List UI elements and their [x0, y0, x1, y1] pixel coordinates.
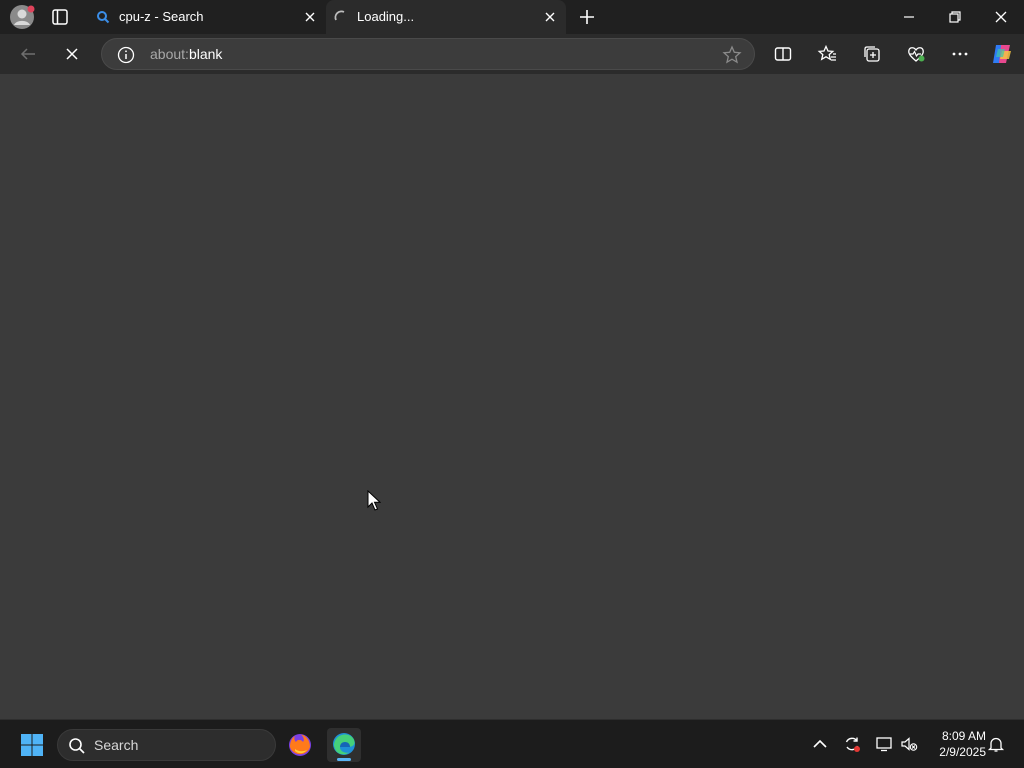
- back-icon[interactable]: [18, 44, 38, 64]
- browser-essentials-icon[interactable]: [906, 44, 926, 64]
- copilot-icon[interactable]: [990, 42, 1014, 66]
- profile-avatar-icon[interactable]: [9, 4, 35, 30]
- info-icon[interactable]: [117, 46, 135, 64]
- close-window-icon[interactable]: [993, 9, 1009, 25]
- search-icon: [68, 737, 86, 755]
- stop-icon[interactable]: [62, 44, 82, 64]
- sync-icon[interactable]: [843, 735, 861, 753]
- loading-spinner-icon: [334, 10, 348, 24]
- clock-date: 2/9/2025: [939, 745, 986, 759]
- search-icon: [96, 10, 110, 24]
- new-tab-icon[interactable]: [578, 8, 596, 26]
- split-screen-icon[interactable]: [773, 44, 793, 64]
- favorite-star-icon[interactable]: [722, 45, 742, 65]
- favorites-icon[interactable]: [817, 44, 837, 64]
- mouse-cursor-icon: [367, 490, 381, 512]
- volume-muted-icon[interactable]: [900, 735, 918, 753]
- url-main: blank: [188, 46, 223, 62]
- collections-icon[interactable]: [862, 44, 882, 64]
- windows-start-icon[interactable]: [20, 733, 44, 757]
- taskbar: Search 8:09 AM 2/9/2025: [0, 719, 1024, 768]
- firefox-icon[interactable]: [283, 728, 317, 762]
- url-text: about:blank: [150, 46, 222, 62]
- more-icon[interactable]: [950, 44, 970, 64]
- page-content[interactable]: [0, 74, 1024, 719]
- taskbar-search[interactable]: Search: [57, 729, 276, 761]
- tab-cpu-z-search[interactable]: cpu-z - Search: [88, 0, 326, 34]
- notification-bell-icon[interactable]: [987, 735, 1005, 753]
- close-tab-icon[interactable]: [304, 11, 316, 23]
- minimize-icon[interactable]: [901, 9, 917, 25]
- taskbar-clock[interactable]: 8:09 AM 2/9/2025: [926, 728, 986, 760]
- active-app-indicator: [337, 758, 351, 761]
- clock-time: 8:09 AM: [941, 729, 986, 743]
- chevron-up-icon[interactable]: [811, 735, 829, 753]
- address-bar[interactable]: about:blank: [101, 38, 755, 70]
- tab-title: Loading...: [357, 9, 415, 24]
- search-label: Search: [94, 737, 139, 753]
- tab-actions-icon[interactable]: [50, 7, 70, 27]
- tab-title: cpu-z - Search: [119, 9, 204, 24]
- edge-icon[interactable]: [327, 728, 361, 762]
- close-tab-icon[interactable]: [544, 11, 556, 23]
- restore-icon[interactable]: [947, 9, 963, 25]
- tab-bar: cpu-z - Search Loading...: [0, 0, 1024, 34]
- tab-loading[interactable]: Loading...: [326, 0, 566, 34]
- browser-toolbar: about:blank: [0, 34, 1024, 74]
- display-icon[interactable]: [875, 735, 893, 753]
- url-prefix: about:: [150, 46, 189, 62]
